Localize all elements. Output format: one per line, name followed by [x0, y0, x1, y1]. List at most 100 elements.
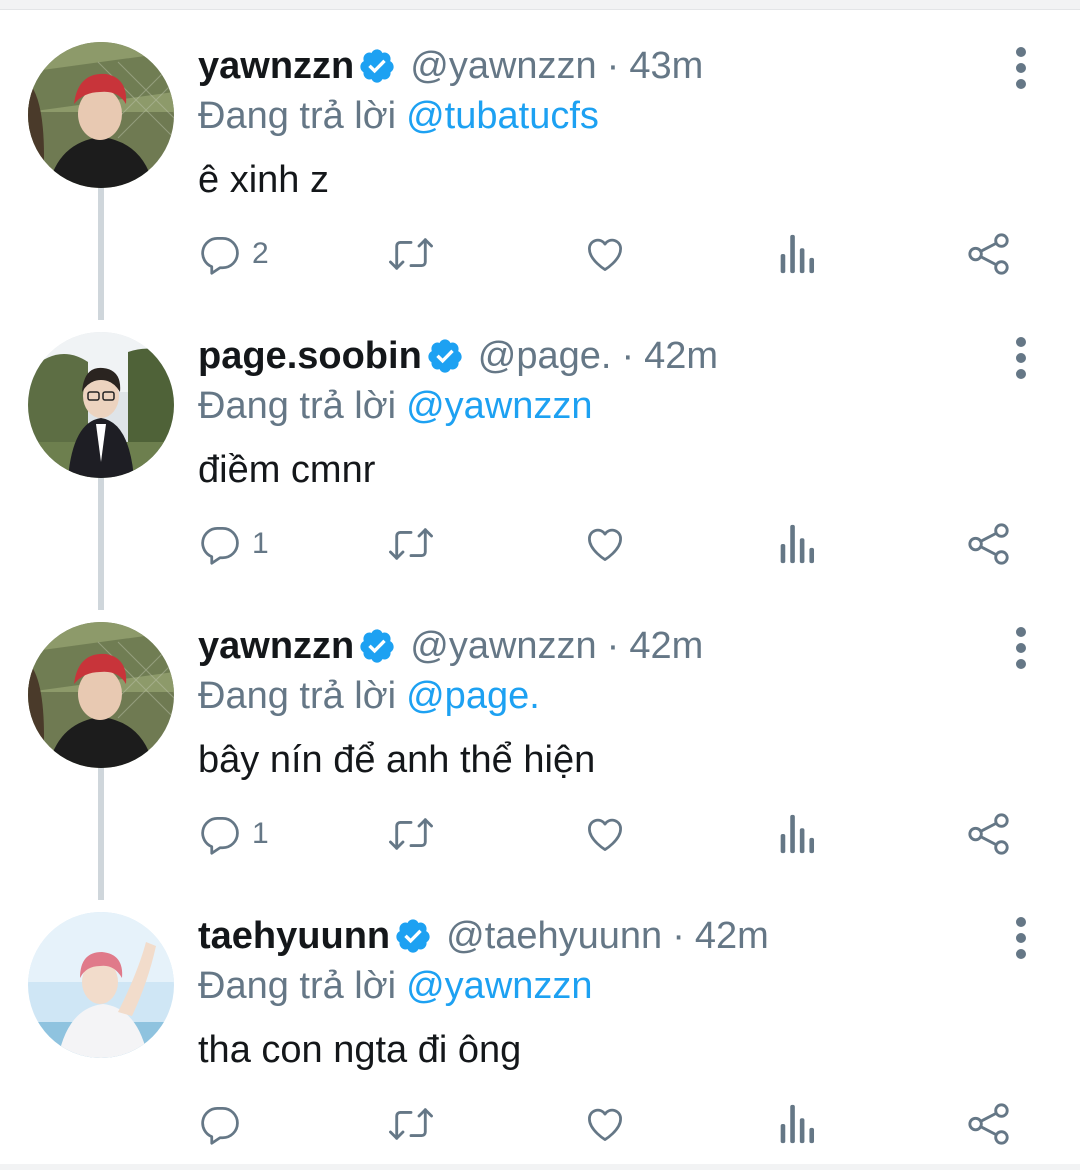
retweet-icon	[389, 238, 433, 270]
more-vertical-icon[interactable]	[1004, 625, 1038, 671]
tweet-text: điềm cmnr	[198, 449, 376, 491]
author-name[interactable]: yawnzzn	[198, 621, 354, 671]
reply-count: 1	[252, 817, 269, 850]
verified-badge-icon	[394, 917, 432, 955]
tweet[interactable]: yawnzzn @yawnzzn · 42m Đang trả lời @page…	[0, 589, 1080, 879]
share-icon	[968, 1103, 1009, 1145]
replying-to-label: Đang trả lời	[198, 675, 397, 717]
author-name[interactable]: yawnzzn	[198, 41, 354, 91]
share-icon	[968, 233, 1009, 275]
reply-icon	[201, 237, 239, 275]
tweet-actions	[0, 1085, 1080, 1165]
bottom-divider	[0, 1164, 1080, 1170]
reply-count: 1	[252, 527, 269, 560]
tweet[interactable]: page.soobin @page. · 42m Đang trả lời @ya…	[0, 299, 1080, 589]
retweet-button[interactable]	[386, 811, 436, 857]
replying-to: Đang trả lời @yawnzzn	[198, 381, 593, 431]
replying-to: Đang trả lời @tubatucfs	[198, 91, 599, 141]
tweet-text: tha con ngta đi ông	[198, 1029, 522, 1071]
timestamp[interactable]: 42m	[695, 911, 769, 961]
tweet-text: ê xinh z	[198, 159, 329, 201]
retweet-icon	[389, 818, 433, 850]
separator: ·	[606, 625, 620, 667]
avatar[interactable]	[28, 912, 174, 1058]
separator: ·	[672, 915, 685, 957]
like-icon	[588, 528, 622, 561]
author-name[interactable]: taehyuunn	[198, 911, 390, 961]
retweet-button[interactable]	[386, 231, 436, 277]
retweet-button[interactable]	[386, 521, 436, 567]
avatar[interactable]	[28, 332, 174, 478]
tweet-actions: 1	[0, 505, 1080, 585]
analytics-icon	[780, 1104, 815, 1144]
reply-mention-link[interactable]: @yawnzzn	[406, 965, 592, 1007]
reply-icon	[201, 1107, 239, 1145]
tweet-actions: 2	[0, 215, 1080, 295]
more-vertical-icon[interactable]	[1004, 335, 1038, 381]
more-vertical-icon[interactable]	[1004, 915, 1038, 961]
tweet[interactable]: taehyuunn @taehyuunn · 42m Đang trả lời @…	[0, 879, 1080, 1169]
tweet-header: page.soobin @page. · 42m	[198, 331, 718, 381]
reply-button[interactable]	[198, 1101, 252, 1147]
reply-button[interactable]: 1	[198, 811, 269, 857]
like-button[interactable]	[582, 1101, 628, 1147]
analytics-icon	[780, 814, 815, 854]
tweet-header: yawnzzn @yawnzzn · 43m	[198, 41, 703, 91]
like-button[interactable]	[582, 231, 628, 277]
avatar[interactable]	[28, 42, 174, 188]
like-icon	[588, 1108, 622, 1141]
share-button[interactable]	[966, 1101, 1012, 1147]
reply-count: 2	[252, 237, 269, 270]
share-icon	[968, 813, 1009, 855]
analytics-button[interactable]	[776, 1101, 816, 1147]
share-icon	[968, 523, 1009, 565]
retweet-button[interactable]	[386, 1101, 436, 1147]
share-button[interactable]	[966, 811, 1012, 857]
replying-to: Đang trả lời @page.	[198, 671, 540, 721]
like-icon	[588, 238, 622, 271]
author-handle[interactable]: @yawnzzn	[410, 621, 596, 671]
timestamp[interactable]: 42m	[644, 331, 718, 381]
retweet-icon	[389, 1108, 433, 1140]
reply-mention-link[interactable]: @tubatucfs	[406, 95, 599, 137]
share-button[interactable]	[966, 521, 1012, 567]
analytics-button[interactable]	[776, 811, 816, 857]
verified-badge-icon	[426, 337, 464, 375]
timestamp[interactable]: 43m	[629, 41, 703, 91]
tweet-actions: 1	[0, 795, 1080, 875]
author-name[interactable]: page.soobin	[198, 331, 422, 381]
author-handle[interactable]: @yawnzzn	[410, 41, 596, 91]
like-button[interactable]	[582, 811, 628, 857]
analytics-icon	[780, 524, 815, 564]
reply-mention-link[interactable]: @page.	[406, 675, 540, 717]
more-vertical-icon[interactable]	[1004, 45, 1038, 91]
analytics-icon	[780, 234, 815, 274]
timestamp[interactable]: 42m	[629, 621, 703, 671]
reply-button[interactable]: 1	[198, 521, 269, 567]
replying-to: Đang trả lời @yawnzzn	[198, 961, 593, 1011]
retweet-icon	[389, 528, 433, 560]
reply-button[interactable]: 2	[198, 231, 269, 277]
like-icon	[588, 818, 622, 851]
tweet[interactable]: yawnzzn @yawnzzn · 43m Đang trả lời @tuba…	[0, 9, 1080, 299]
reply-mention-link[interactable]: @yawnzzn	[406, 385, 592, 427]
avatar[interactable]	[28, 622, 174, 768]
verified-badge-icon	[358, 47, 396, 85]
share-button[interactable]	[966, 231, 1012, 277]
reply-icon	[201, 527, 239, 565]
analytics-button[interactable]	[776, 521, 816, 567]
verified-badge-icon	[358, 627, 396, 665]
like-button[interactable]	[582, 521, 628, 567]
reply-icon	[201, 817, 239, 855]
author-handle[interactable]: @page.	[478, 331, 612, 381]
tweet-header: yawnzzn @yawnzzn · 42m	[198, 621, 703, 671]
tweet-header: taehyuunn @taehyuunn · 42m	[198, 911, 769, 961]
separator: ·	[621, 335, 635, 377]
analytics-button[interactable]	[776, 231, 816, 277]
replying-to-label: Đang trả lời	[198, 385, 397, 427]
author-handle[interactable]: @taehyuunn	[446, 911, 662, 961]
replying-to-label: Đang trả lời	[198, 95, 397, 137]
replying-to-label: Đang trả lời	[198, 965, 397, 1007]
tweet-text: bây nín để anh thể hiện	[198, 739, 596, 781]
separator: ·	[606, 45, 620, 87]
